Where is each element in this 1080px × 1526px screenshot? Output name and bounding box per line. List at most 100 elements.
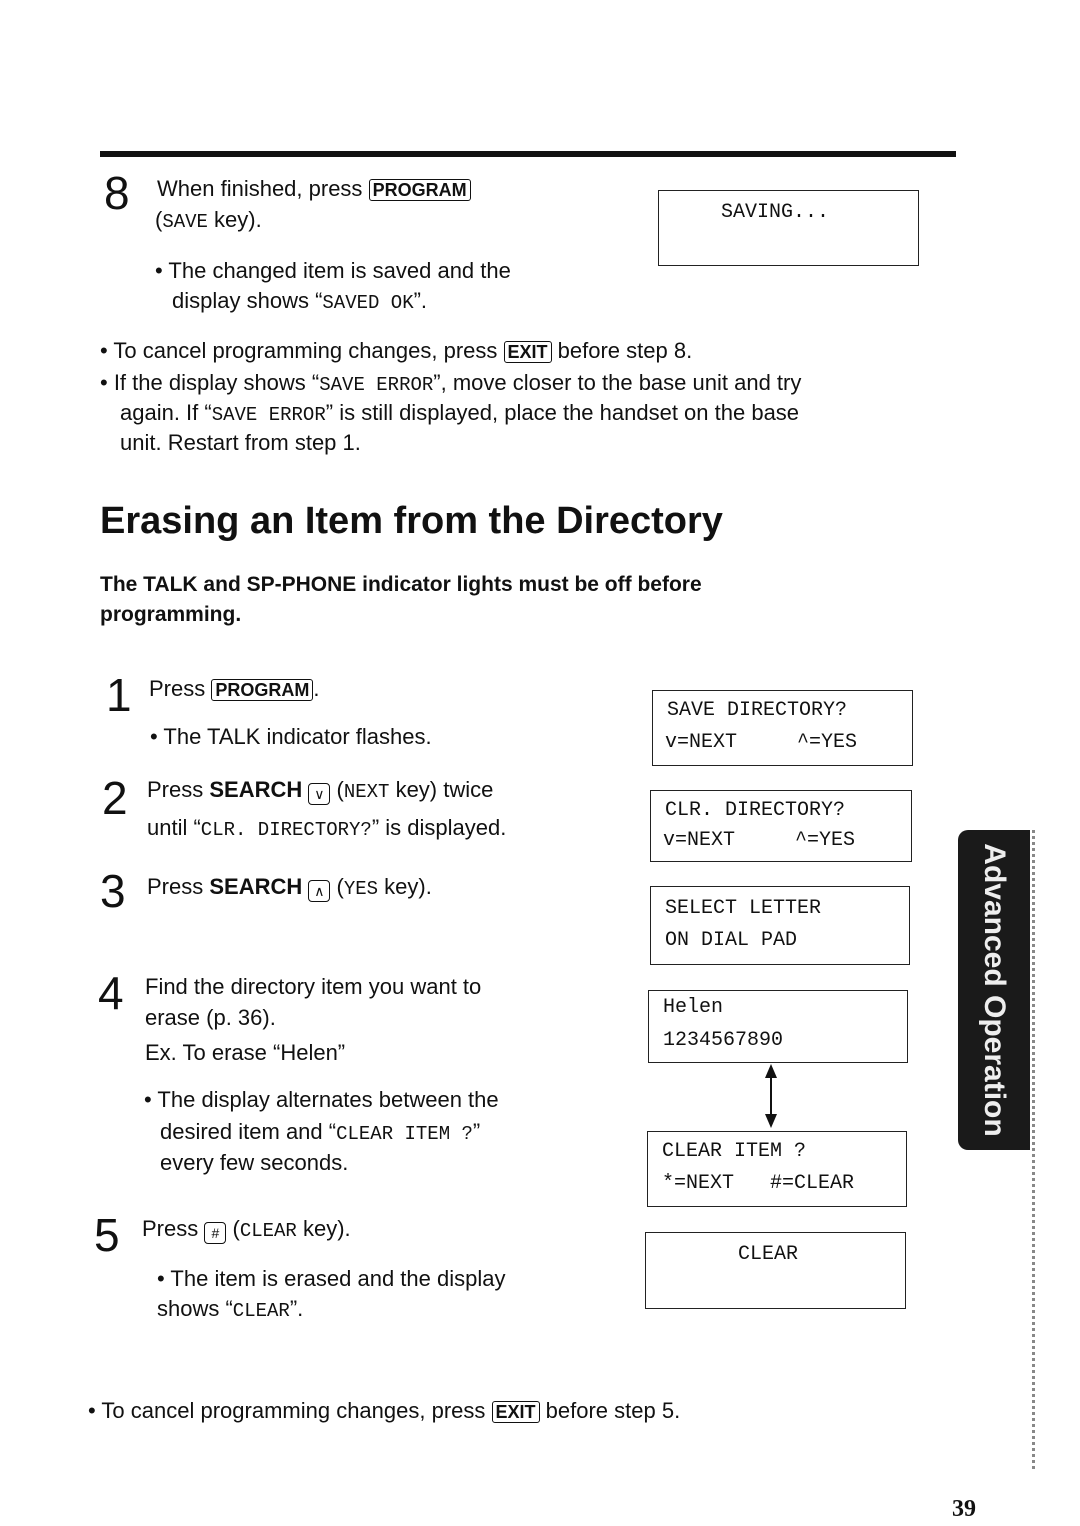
text: • To cancel programming changes, press: [88, 1398, 486, 1423]
text: display shows “: [172, 288, 323, 313]
exit-key: EXIT: [503, 341, 552, 363]
step-text: Press SEARCH ∨ (NEXT key) twice: [147, 777, 494, 805]
text: CLEAR: [239, 1220, 297, 1242]
step-number: 5: [94, 1209, 120, 1261]
bullet: • The TALK indicator flashes.: [150, 724, 432, 749]
section-subtitle: The TALK and SP-PHONE indicator lights m…: [100, 573, 702, 596]
step-text: When finished, press PROGRAM: [157, 174, 471, 204]
text: before step 5.: [545, 1398, 681, 1423]
text: Press: [142, 1216, 199, 1241]
step-text: until “CLR. DIRECTORY?” is displayed.: [147, 813, 506, 845]
lcd-line: SAVE DIRECTORY?: [667, 699, 848, 722]
step-text: Press SEARCH ∧ (YES key).: [147, 874, 432, 902]
step-number: 1: [106, 669, 132, 721]
text: SAVE ERROR: [211, 404, 326, 426]
lcd-display: SAVING...: [658, 190, 919, 266]
lcd-line: ON DIAL PAD: [665, 929, 798, 952]
note: • To cancel programming changes, press E…: [100, 336, 692, 366]
note: • If the display shows “SAVE ERROR”, mov…: [100, 368, 801, 400]
program-key: PROGRAM: [211, 679, 314, 701]
step-number: 3: [100, 865, 126, 917]
text: SAVE ERROR: [319, 374, 434, 396]
text: .: [313, 676, 320, 701]
bullet: • The item is erased and the display: [157, 1266, 506, 1291]
chevron-down-icon: ∨: [308, 783, 331, 805]
page-number: 39: [952, 1496, 976, 1522]
text: before step 8.: [557, 338, 693, 363]
step-text: (SAVE key).: [155, 205, 262, 237]
step-text: Find the directory item you want to: [145, 974, 482, 999]
search-key-label: SEARCH: [209, 777, 303, 802]
text: until “: [147, 815, 201, 840]
text: Press: [147, 777, 210, 802]
text: SAVED OK: [322, 292, 414, 314]
lcd-display: CLEAR: [645, 1232, 906, 1309]
lcd-line: CLEAR: [738, 1243, 799, 1266]
bullet: • The changed item is saved and the: [155, 258, 511, 283]
lcd-display: SAVE DIRECTORY? v=NEXT ^=YES: [652, 690, 913, 766]
step-number: 2: [102, 772, 128, 824]
text: SAVE: [162, 211, 208, 233]
chevron-up-icon: ∧: [308, 880, 331, 902]
section-subtitle: programming.: [100, 603, 242, 626]
note: again. If “SAVE ERROR” is still displaye…: [120, 398, 799, 430]
text: Press: [147, 874, 210, 899]
step-text: Press # (CLEAR key).: [142, 1216, 351, 1244]
lcd-line: CLR. DIRECTORY?: [665, 799, 846, 822]
text: ”.: [413, 288, 428, 313]
step-text: Ex. To erase “Helen”: [145, 1040, 346, 1065]
text: again. If “: [120, 400, 212, 425]
text: CLEAR ITEM ?: [336, 1123, 473, 1145]
step-number: 4: [98, 967, 124, 1019]
lcd-display: CLR. DIRECTORY? v=NEXT ^=YES: [650, 790, 912, 862]
lcd-line: *=NEXT #=CLEAR: [662, 1172, 855, 1195]
text: ”, move closer to the base unit and try: [433, 370, 802, 395]
lcd-line: SAVING...: [721, 201, 830, 224]
step-number: 8: [104, 167, 130, 219]
text: Press: [149, 676, 206, 701]
text: YES: [343, 878, 379, 900]
lcd-line: 1234567890: [663, 1029, 784, 1052]
program-key: PROGRAM: [368, 179, 471, 201]
search-key-label: SEARCH: [209, 874, 303, 899]
lcd-display: SELECT LETTER ON DIAL PAD: [650, 886, 910, 965]
bullet: desired item and “CLEAR ITEM ?”: [160, 1117, 480, 1149]
note: • To cancel programming changes, press E…: [88, 1396, 680, 1426]
section-title: Erasing an Item from the Directory: [100, 500, 723, 542]
text: key).: [207, 207, 262, 232]
bullet: shows “CLEAR”.: [157, 1294, 303, 1326]
text: ” is still displayed, place the handset …: [325, 400, 800, 425]
top-rule: [100, 151, 956, 157]
exit-key: EXIT: [491, 1401, 540, 1423]
text: shows “: [157, 1296, 233, 1321]
text: CLR. DIRECTORY?: [200, 819, 372, 841]
text: ”.: [289, 1296, 304, 1321]
pound-key-icon: #: [204, 1222, 227, 1244]
lcd-line: CLEAR ITEM ?: [662, 1140, 807, 1163]
lcd-display: CLEAR ITEM ? *=NEXT #=CLEAR: [647, 1131, 907, 1207]
bullet: display shows “SAVED OK”.: [172, 286, 427, 318]
text: • If the display shows “: [100, 370, 320, 395]
text: When finished, press: [157, 176, 363, 201]
text: ” is displayed.: [371, 815, 507, 840]
text: ”: [472, 1119, 481, 1144]
lcd-line: Helen: [663, 996, 724, 1019]
step-text: Press PROGRAM.: [149, 674, 320, 704]
text: key) twice: [389, 777, 494, 802]
lcd-display: Helen 1234567890: [648, 990, 908, 1063]
text: CLEAR: [232, 1300, 290, 1322]
text: • To cancel programming changes, press: [100, 338, 498, 363]
alternating-arrow-icon: [765, 1064, 777, 1128]
bullet: • The display alternates between the: [144, 1087, 499, 1112]
section-tab: Advanced Operation: [958, 830, 1030, 1150]
page-edge: [1032, 830, 1035, 1470]
text: desired item and “: [160, 1119, 337, 1144]
step-text: erase (p. 36).: [145, 1005, 276, 1030]
text: key).: [296, 1216, 351, 1241]
note: unit. Restart from step 1.: [120, 430, 361, 455]
bullet: every few seconds.: [160, 1150, 349, 1175]
lcd-line: v=NEXT ^=YES: [663, 829, 856, 852]
section-tab-label: Advanced Operation: [978, 843, 1011, 1137]
lcd-line: v=NEXT ^=YES: [665, 731, 858, 754]
text: NEXT: [343, 781, 390, 803]
